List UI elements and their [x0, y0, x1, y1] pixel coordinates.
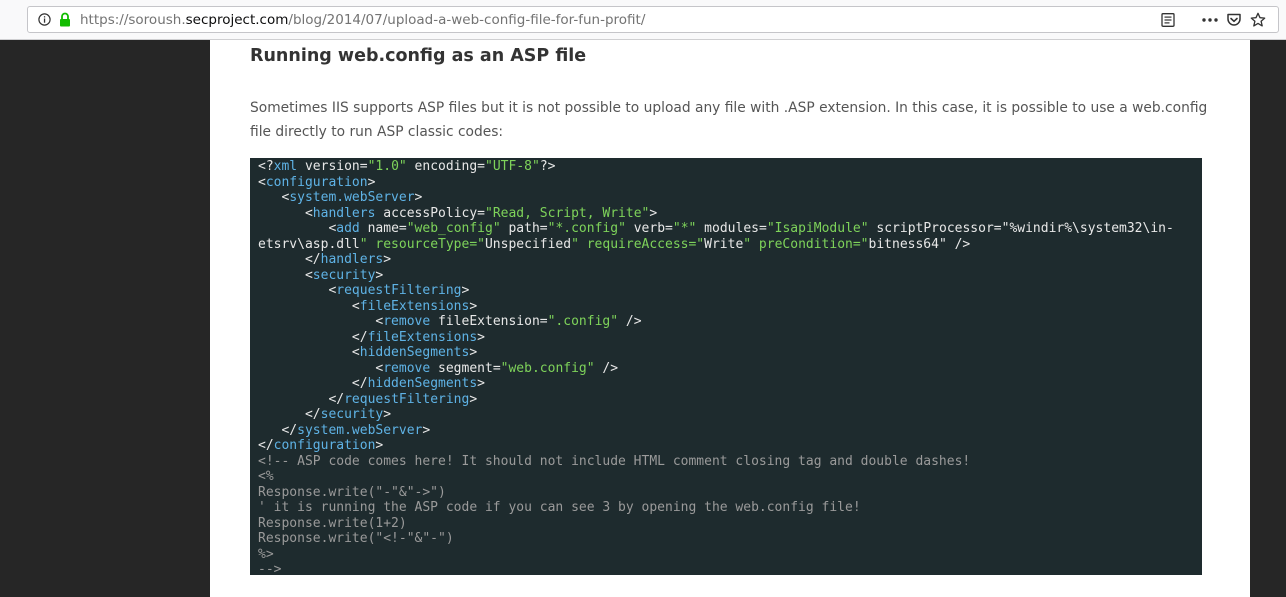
code-line: <fileExtensions>: [351, 298, 478, 314]
code-line: <remove fileExtension=".config" />: [375, 314, 642, 329]
code-line: <system.webServer>: [281, 190, 423, 205]
code-line: Response.write(1+2): [258, 515, 407, 531]
bookmark-star-icon[interactable]: [1250, 12, 1266, 28]
code-line: </fileExtensions>: [351, 329, 485, 345]
code-line: -->: [258, 562, 282, 575]
code-line: </configuration>: [258, 438, 384, 453]
browser-toolbar: https://soroush.secproject.com/blog/2014…: [0, 0, 1286, 40]
code-line: <security>: [304, 267, 384, 283]
info-icon[interactable]: [38, 13, 51, 26]
code-line: etsrv\asp.dll" resourceType="Unspecified…: [258, 236, 971, 252]
reader-view-icon[interactable]: [1161, 13, 1175, 27]
url-text[interactable]: https://soroush.secproject.com/blog/2014…: [80, 12, 645, 28]
code-line: <%: [258, 469, 274, 484]
code-line: Response.write("-"&"->"): [258, 484, 446, 500]
code-line: </hiddenSegments>: [351, 376, 485, 391]
address-bar[interactable]: https://soroush.secproject.com/blog/2014…: [27, 6, 1279, 33]
code-line: </handlers>: [304, 252, 392, 267]
code-text: <?xml version="1.0" encoding="UTF-8"?> <…: [258, 159, 1202, 575]
code-line: %>: [258, 546, 274, 562]
code-line: <add name="web_config" path="*.config" v…: [328, 221, 1174, 236]
intro-paragraph: Sometimes IIS supports ASP files but it …: [250, 100, 1208, 140]
code-line: </requestFiltering>: [328, 391, 478, 407]
code-line: <configuration>: [258, 174, 376, 190]
code-line: <?xml version="1.0" encoding="UTF-8"?>: [258, 159, 556, 174]
code-block[interactable]: <?xml version="1.0" encoding="UTF-8"?> <…: [250, 158, 1202, 575]
article-content: Running web.config as an ASP file Someti…: [210, 40, 1250, 597]
url-path: /blog/2014/07/upload-a-web-config-file-f…: [288, 12, 646, 28]
section-heading: Running web.config as an ASP file: [250, 46, 587, 66]
code-line: <handlers accessPolicy="Read, Script, Wr…: [304, 205, 658, 221]
lock-icon[interactable]: [59, 12, 71, 27]
code-line: ' it is running the ASP code if you can …: [258, 500, 861, 515]
url-domain: secproject.com: [185, 12, 289, 28]
pocket-icon[interactable]: [1226, 12, 1242, 28]
url-prefix: https://soroush.: [80, 12, 186, 28]
code-line: <remove segment="web.config" />: [375, 360, 619, 376]
more-actions-icon[interactable]: [1201, 13, 1219, 27]
code-line: Response.write("<!-"&"-"): [258, 531, 454, 546]
code-line: <requestFiltering>: [328, 283, 470, 298]
code-line: </system.webServer>: [281, 422, 431, 438]
code-line: <hiddenSegments>: [351, 345, 478, 360]
code-line: <!-- ASP code comes here! It should not …: [258, 453, 971, 469]
code-line: </security>: [304, 407, 392, 422]
